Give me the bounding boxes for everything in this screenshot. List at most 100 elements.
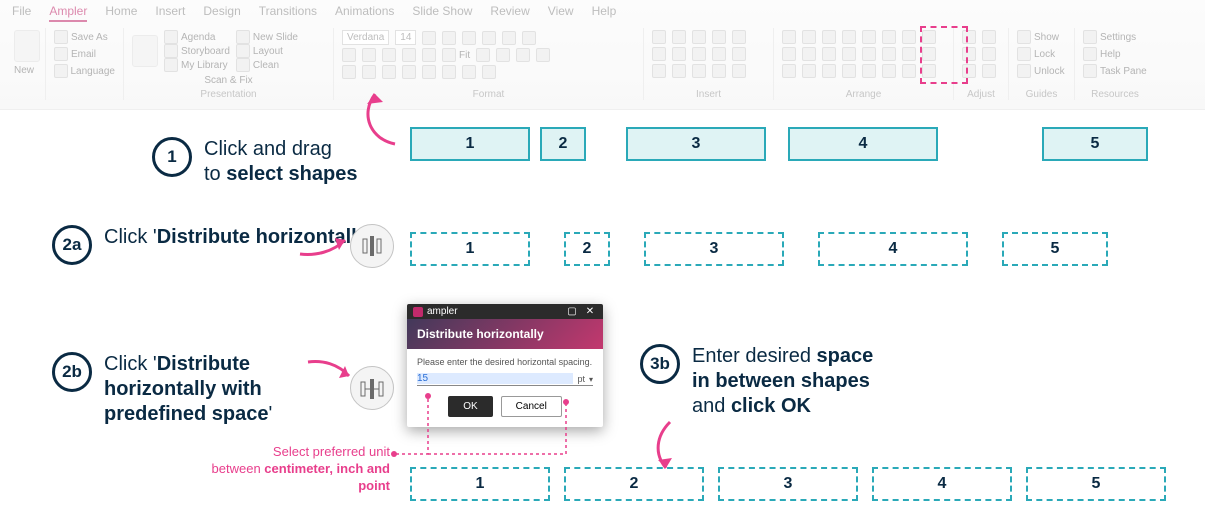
arr-3-icon[interactable]: [822, 47, 836, 61]
more-format-icon[interactable]: [482, 65, 496, 79]
unit-dropdown-caret[interactable]: ▾: [589, 375, 593, 384]
shape-1-1[interactable]: 1: [410, 127, 530, 161]
insert-11-icon[interactable]: [652, 64, 666, 78]
insert-8-icon[interactable]: [692, 47, 706, 61]
effects-icon[interactable]: [522, 31, 536, 45]
new-slide-icon[interactable]: [14, 30, 40, 62]
insert-10-icon[interactable]: [732, 47, 746, 61]
arr-9-icon[interactable]: [822, 64, 836, 78]
sup-icon[interactable]: [476, 48, 490, 62]
adj-4-icon[interactable]: [982, 47, 996, 61]
unlock-button[interactable]: Unlock: [1017, 64, 1066, 78]
shape-2-2[interactable]: 2: [564, 232, 610, 266]
fill-color-icon[interactable]: [482, 31, 496, 45]
adj-3-icon[interactable]: [962, 47, 976, 61]
insert-1-icon[interactable]: [652, 30, 666, 44]
insert-2-icon[interactable]: [672, 30, 686, 44]
storyboard-button[interactable]: Storyboard: [164, 44, 230, 58]
dist-v-icon[interactable]: [922, 30, 936, 44]
textdir-icon[interactable]: [442, 65, 456, 79]
arr-14-icon[interactable]: [922, 64, 936, 78]
shrink-font-icon[interactable]: [442, 31, 456, 45]
adj-2-icon[interactable]: [982, 30, 996, 44]
newslide-button[interactable]: New Slide: [236, 30, 298, 44]
arr-12-icon[interactable]: [882, 64, 896, 78]
spacing-input[interactable]: [417, 373, 573, 384]
underline-icon[interactable]: [382, 48, 396, 62]
align-t-icon[interactable]: [842, 30, 856, 44]
indent-dec-icon[interactable]: [382, 65, 396, 79]
indent-inc-icon[interactable]: [402, 65, 416, 79]
paint-icon[interactable]: [462, 65, 476, 79]
shape-3-2[interactable]: 2: [564, 467, 704, 501]
tab-ampler[interactable]: Ampler: [49, 4, 87, 22]
taskpane-button[interactable]: Task Pane: [1083, 64, 1147, 78]
font-color-icon[interactable]: [462, 31, 476, 45]
dialog-close-button[interactable]: ✕: [583, 306, 597, 317]
dist-h-icon[interactable]: [902, 30, 916, 44]
arr-8-icon[interactable]: [802, 64, 816, 78]
agenda-button[interactable]: Agenda: [164, 30, 230, 44]
align-c-icon[interactable]: [802, 30, 816, 44]
tab-design[interactable]: Design: [203, 4, 240, 22]
align-center-icon[interactable]: [422, 48, 436, 62]
align-m-icon[interactable]: [862, 30, 876, 44]
lock-button[interactable]: Lock: [1017, 47, 1066, 61]
clean-button[interactable]: Clean: [236, 58, 298, 72]
shape-3-4[interactable]: 4: [872, 467, 1012, 501]
shape-fill-icon[interactable]: [516, 48, 530, 62]
tab-insert[interactable]: Insert: [155, 4, 185, 22]
arr-6-icon[interactable]: [882, 47, 896, 61]
insert-14-icon[interactable]: [712, 64, 726, 78]
tab-slideshow[interactable]: Slide Show: [412, 4, 472, 22]
language-button[interactable]: Language: [54, 64, 115, 78]
help-button[interactable]: Help: [1083, 47, 1147, 61]
font-select[interactable]: Verdana: [342, 30, 389, 45]
insert-13-icon[interactable]: [692, 64, 706, 78]
shape-1-5[interactable]: 5: [1042, 127, 1148, 161]
insert-5-icon[interactable]: [732, 30, 746, 44]
align-left-icon[interactable]: [402, 48, 416, 62]
shape-2-4[interactable]: 4: [818, 232, 968, 266]
email-button[interactable]: Email: [54, 47, 115, 61]
outline-icon[interactable]: [502, 31, 516, 45]
tab-view[interactable]: View: [548, 4, 574, 22]
adj-5-icon[interactable]: [962, 64, 976, 78]
tab-help[interactable]: Help: [592, 4, 617, 22]
align-b-icon[interactable]: [882, 30, 896, 44]
save-as-button[interactable]: Save As: [54, 30, 115, 44]
grow-font-icon[interactable]: [422, 31, 436, 45]
shape-2-3[interactable]: 3: [644, 232, 784, 266]
insert-9-icon[interactable]: [712, 47, 726, 61]
ok-button[interactable]: OK: [448, 396, 492, 417]
numbering-icon[interactable]: [362, 65, 376, 79]
mylibrary-button[interactable]: My Library: [164, 58, 230, 72]
settings-button[interactable]: Settings: [1083, 30, 1147, 44]
align-l-icon[interactable]: [782, 30, 796, 44]
arr-2-icon[interactable]: [802, 47, 816, 61]
arr-11-icon[interactable]: [862, 64, 876, 78]
tab-transitions[interactable]: Transitions: [259, 4, 317, 22]
scan-fix-icon[interactable]: [132, 35, 158, 67]
shape-1-3[interactable]: 3: [626, 127, 766, 161]
insert-4-icon[interactable]: [712, 30, 726, 44]
arr-10-icon[interactable]: [842, 64, 856, 78]
insert-3-icon[interactable]: [692, 30, 706, 44]
cancel-button[interactable]: Cancel: [501, 396, 562, 417]
linespacing-icon[interactable]: [422, 65, 436, 79]
arr-4-icon[interactable]: [842, 47, 856, 61]
show-button[interactable]: Show: [1017, 30, 1066, 44]
dist-h-space-icon[interactable]: [902, 47, 916, 61]
shape-3-1[interactable]: 1: [410, 467, 550, 501]
insert-7-icon[interactable]: [672, 47, 686, 61]
dialog-min-button[interactable]: ▢: [565, 306, 579, 317]
tab-file[interactable]: File: [12, 4, 31, 22]
arr-1-icon[interactable]: [782, 47, 796, 61]
arr-7-icon[interactable]: [782, 64, 796, 78]
shape-1-2[interactable]: 2: [540, 127, 586, 161]
adj-1-icon[interactable]: [962, 30, 976, 44]
arr-5-icon[interactable]: [862, 47, 876, 61]
adj-6-icon[interactable]: [982, 64, 996, 78]
insert-15-icon[interactable]: [732, 64, 746, 78]
insert-12-icon[interactable]: [672, 64, 686, 78]
